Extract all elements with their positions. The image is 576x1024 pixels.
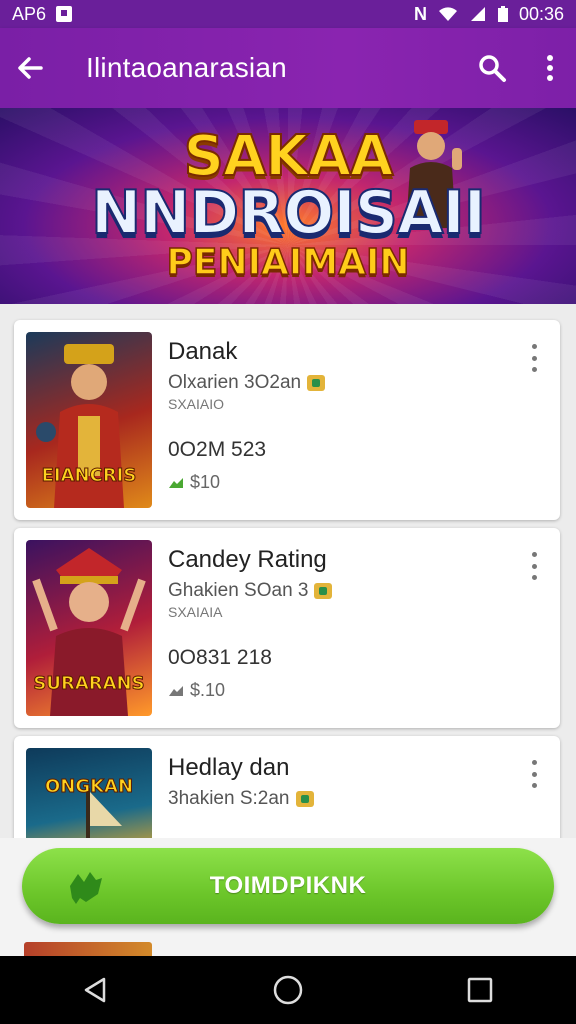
battery-icon — [497, 6, 508, 22]
nfc-icon: N — [413, 3, 427, 24]
thumb-caption: SURARANS — [33, 673, 145, 695]
back-button[interactable] — [0, 28, 60, 108]
clock: 00:36 — [518, 3, 564, 24]
system-nav-bar — [0, 956, 576, 1024]
signal-icon — [470, 7, 485, 21]
game-thumbnail: EIANCRIS — [26, 332, 152, 508]
item-subtitle-2: SXAIAIA — [168, 604, 223, 620]
item-count: 0O2M 523 — [168, 438, 267, 461]
hand-icon — [70, 872, 102, 904]
banner-line-2: NNDROISAII — [90, 177, 487, 249]
page-title: Ilintaoanarasian — [86, 52, 287, 83]
item-count: 0O831 218 — [168, 646, 272, 669]
item-more-button[interactable] — [522, 550, 546, 582]
arrow-left-icon — [18, 57, 43, 79]
nav-back-button[interactable] — [56, 956, 136, 1024]
nav-recents-button[interactable] — [440, 956, 520, 1024]
price-arrow-icon — [169, 477, 183, 488]
search-button[interactable] — [460, 28, 524, 108]
list-item[interactable]: SURARANS Candey Rating Ghakien SOan 3 SX… — [14, 528, 560, 728]
carrier-label: AP6 — [12, 3, 47, 24]
game-thumbnail: SURARANS — [26, 540, 152, 716]
list-item[interactable]: EIANCRIS Danak Olxarien 3O2an SXAIAIO 0O… — [14, 320, 560, 520]
badge-icon — [314, 583, 333, 599]
primary-cta-button[interactable]: TOIMDPIKNK — [22, 848, 554, 924]
item-subtitle: Ghakien SOan 3 — [168, 580, 333, 602]
circle-home-icon — [273, 975, 303, 1005]
cta-label: TOIMDPIKNK — [209, 872, 367, 899]
price-arrow-icon — [169, 685, 183, 696]
item-more-button[interactable] — [522, 758, 546, 790]
square-recents-icon — [467, 977, 493, 1003]
item-title: Hedlay dan — [168, 754, 290, 781]
item-price: $10 — [168, 472, 220, 493]
item-subtitle: Olxarien 3O2an — [168, 372, 326, 394]
more-options-button[interactable] — [524, 28, 576, 108]
item-more-button[interactable] — [522, 342, 546, 374]
notification-icon — [56, 6, 73, 22]
wifi-icon — [438, 7, 457, 22]
item-price: $.10 — [168, 680, 225, 701]
status-bar: AP6 N 00:36 — [0, 0, 576, 28]
nav-home-button[interactable] — [248, 956, 328, 1024]
triangle-back-icon — [84, 977, 106, 1003]
badge-icon — [295, 791, 314, 807]
badge-icon — [307, 375, 326, 391]
thumb-caption: EIANCRIS — [41, 465, 137, 487]
item-title: Danak — [168, 338, 238, 365]
app-bar: Ilintaoanarasian — [0, 28, 576, 108]
thumb-caption: ONGKAN — [44, 776, 134, 798]
banner-line-3: PENIAIMAIN — [166, 241, 410, 284]
item-subtitle-2: SXAIAIO — [168, 396, 225, 412]
more-vert-icon — [547, 55, 553, 81]
item-subtitle: 3hakien S:2an — [168, 788, 314, 810]
promo-banner[interactable]: SAKAA NNDROISAII PENIAIMAIN — [0, 108, 576, 304]
search-icon — [479, 55, 506, 82]
next-item-peek — [24, 942, 152, 956]
item-title: Candey Rating — [168, 546, 327, 573]
cta-bar: TOIMDPIKNK — [0, 838, 576, 956]
